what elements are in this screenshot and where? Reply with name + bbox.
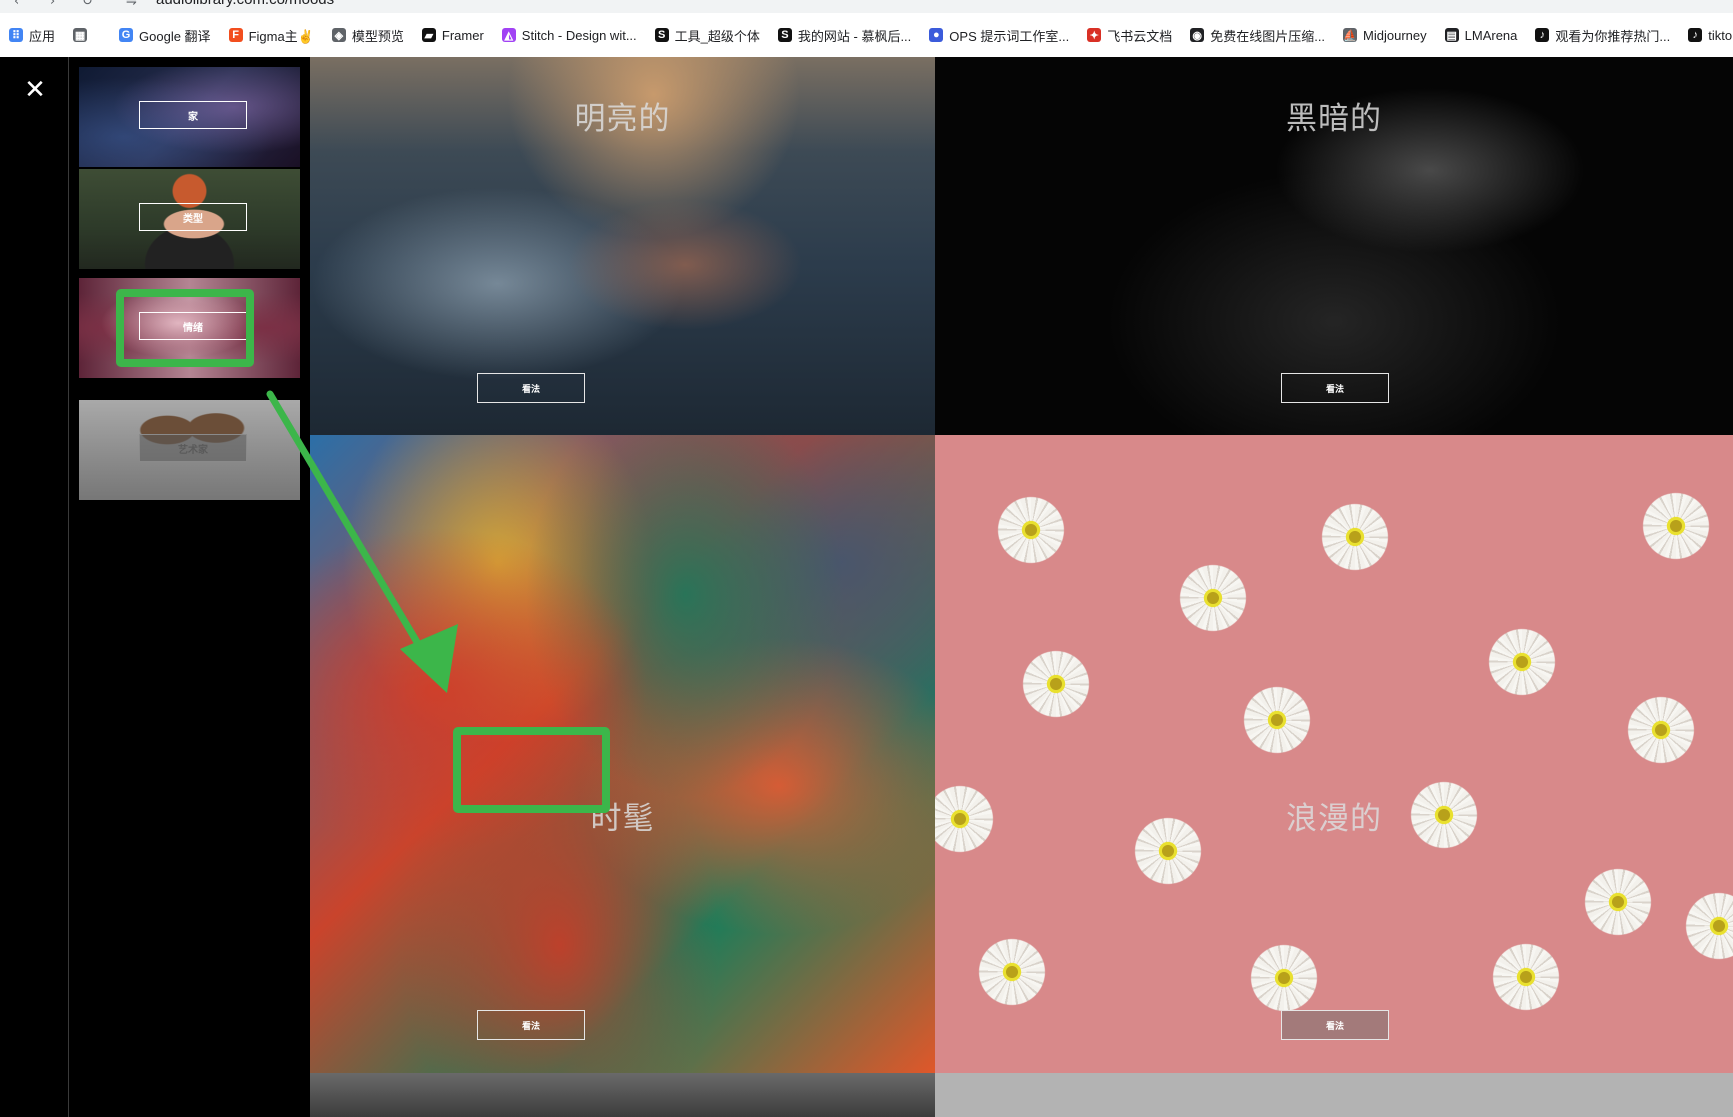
flower-image [1019, 647, 1093, 721]
bookmark-10[interactable]: ✦ 飞书云文档 [1078, 21, 1181, 49]
bookmark-label: LMArena [1464, 27, 1518, 43]
bookmark-label: Framer [441, 27, 484, 43]
flower-image [1581, 865, 1655, 939]
bookmark-14[interactable]: ♪ 观看为你推荐热门... [1526, 21, 1679, 49]
mood-tile-fashion[interactable]: 时髦 看法 [310, 435, 935, 1073]
mood-title: 浪漫的 [1286, 801, 1382, 837]
bookmark-label: tiktok [1708, 27, 1733, 43]
close-icon[interactable]: ✕ [22, 77, 48, 103]
bookmark-9[interactable]: ● OPS 提示词工作室... [920, 21, 1078, 49]
flower-image [975, 935, 1049, 1009]
flower-image [1240, 683, 1314, 757]
bookmarks-bar: ⠿ 应用 ▦ G Google 翻译 F Figma主✌ ◈ 模型预览 ▰ Framer ◭ Stitc… [0, 13, 1733, 58]
mood-tile-next-right[interactable] [935, 1073, 1733, 1117]
sidebar-item-artist[interactable]: 艺术家 [79, 400, 300, 500]
bookmark-13[interactable]: ▤ LMArena [1436, 21, 1527, 49]
flower-image [1485, 625, 1559, 699]
bookmark-label: OPS 提示词工作室... [949, 28, 1070, 44]
browser-address-strip: ‹ › ↻ ⇋ audiolibrary.com.co/moods [0, 0, 1733, 13]
moods-page: ✕ 家 类型 情绪 艺术家 明亮的 看法 黑暗的 看法 时髦 看法 浪漫的 看法 [0, 57, 1733, 1117]
sidebar-item-home[interactable]: 家 [79, 67, 300, 167]
compress-icon: ◉ [1190, 28, 1205, 42]
lmarena-icon: ▤ [1444, 28, 1459, 42]
bookmark-label: Stitch - Design wit... [521, 27, 637, 43]
bookmark-8[interactable]: S 我的网站 - 慕枫后... [769, 21, 920, 49]
flower-image [1639, 489, 1713, 563]
apps-grid-icon: ⠿ [9, 28, 23, 42]
bookmark-label: Google 翻译 [139, 28, 211, 44]
bookmark-6[interactable]: ◭ Stitch - Design wit... [493, 21, 646, 49]
bookmark-2[interactable]: G Google 翻译 [110, 21, 220, 49]
back-icon[interactable]: ‹ [14, 0, 19, 9]
view-button[interactable]: 看法 [477, 373, 585, 403]
view-button[interactable]: 看法 [1281, 1010, 1389, 1040]
google-translate-icon: G [119, 28, 134, 42]
mood-title: 黑暗的 [1286, 101, 1382, 137]
annotation-highlight-mood [116, 289, 254, 367]
mood-tile-romantic[interactable]: 浪漫的 看法 [935, 435, 1733, 1073]
flower-image [1318, 500, 1392, 574]
bookmark-label: 模型预览 [351, 28, 404, 44]
s-logo-icon: S [654, 28, 669, 42]
mood-tile-dark[interactable]: 黑暗的 看法 [935, 57, 1733, 435]
mood-tile-bright[interactable]: 明亮的 看法 [310, 57, 935, 435]
bookmark-12[interactable]: ⛵ Midjourney [1334, 21, 1436, 49]
address-bar[interactable]: audiolibrary.com.co/moods [156, 0, 334, 8]
tab-groups-icon: ▦ [73, 28, 88, 42]
bookmark-7[interactable]: S 工具_超级个体 [646, 21, 769, 49]
stitch-icon: ◭ [501, 28, 516, 42]
bookmark-5[interactable]: ▰ Framer [413, 21, 493, 49]
bookmark-3[interactable]: F Figma主✌ [220, 21, 323, 49]
bookmark-0[interactable]: ⠿ 应用 [0, 21, 64, 49]
bookmark-label: 工具_超级个体 [674, 28, 760, 44]
cube-icon: ◈ [331, 28, 346, 42]
bookmark-11[interactable]: ◉ 免费在线图片压缩... [1181, 21, 1334, 49]
ops-icon: ● [929, 28, 944, 42]
s-logo-icon: S [777, 28, 792, 42]
flower-image [1624, 693, 1698, 767]
sidebar-item-label[interactable]: 艺术家 [139, 434, 247, 462]
bookmark-label: 应用 [29, 28, 56, 44]
bookmark-label: Midjourney [1363, 27, 1427, 43]
bookmark-15[interactable]: ♪ tiktok [1679, 21, 1733, 49]
bookmark-4[interactable]: ◈ 模型预览 [323, 21, 413, 49]
mood-tile-next-left[interactable] [310, 1073, 935, 1117]
sidebar-item-label[interactable]: 家 [139, 101, 247, 129]
sidebar-item-genre[interactable]: 类型 [79, 169, 300, 269]
flower-image [1489, 940, 1563, 1014]
bookmark-label: 免费在线图片压缩... [1210, 28, 1326, 44]
tiktok-icon: ♪ [1535, 28, 1550, 42]
tiktok-icon: ♪ [1688, 28, 1703, 42]
bookmark-label: 观看为你推荐热门... [1555, 28, 1671, 44]
feishu-icon: ✦ [1087, 28, 1102, 42]
bookmark-1[interactable]: ▦ [64, 21, 102, 49]
forward-icon[interactable]: › [50, 0, 55, 9]
reload-icon[interactable]: ↻ [82, 0, 93, 9]
flower-image [1247, 941, 1321, 1015]
mood-title: 明亮的 [574, 101, 671, 137]
flower-image [994, 493, 1068, 567]
bookmark-label: 飞书云文档 [1107, 28, 1173, 44]
bookmark-label: Figma主✌ [248, 28, 314, 44]
figma-icon: F [228, 28, 243, 42]
bookmark-label: 我的网站 - 慕枫后... [797, 28, 912, 44]
flower-image [1176, 561, 1250, 635]
view-button[interactable]: 看法 [477, 1010, 585, 1040]
framer-icon: ▰ [421, 28, 436, 42]
sidebar-item-label[interactable]: 类型 [139, 203, 247, 231]
annotation-highlight-fashion [453, 727, 610, 813]
mood-title: 时髦 [590, 801, 655, 837]
sidebar-divider [68, 57, 69, 1117]
midjourney-icon: ⛵ [1343, 28, 1358, 42]
site-info-icon[interactable]: ⇋ [126, 0, 137, 9]
view-button[interactable]: 看法 [1281, 373, 1389, 403]
flower-image [1682, 889, 1733, 963]
